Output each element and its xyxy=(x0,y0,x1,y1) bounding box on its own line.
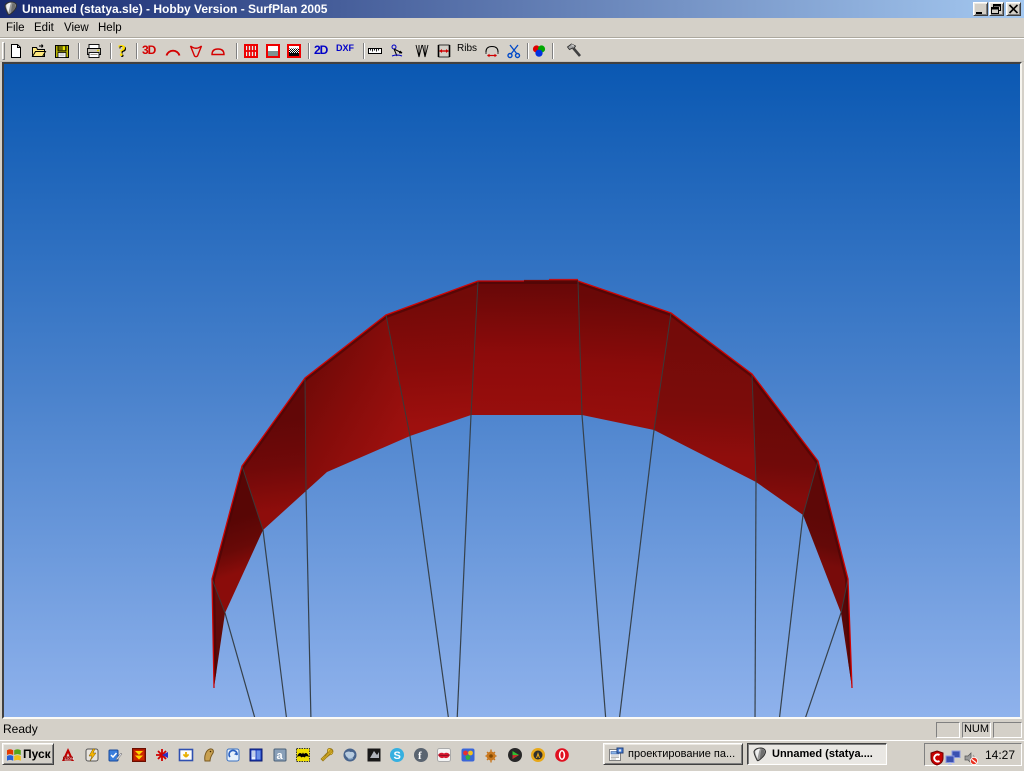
svg-text:a: a xyxy=(277,750,284,762)
svg-text:S: S xyxy=(394,750,401,762)
svg-text:?: ? xyxy=(118,43,127,59)
svg-text:f: f xyxy=(418,750,422,762)
svg-text:120%: 120% xyxy=(64,756,75,761)
